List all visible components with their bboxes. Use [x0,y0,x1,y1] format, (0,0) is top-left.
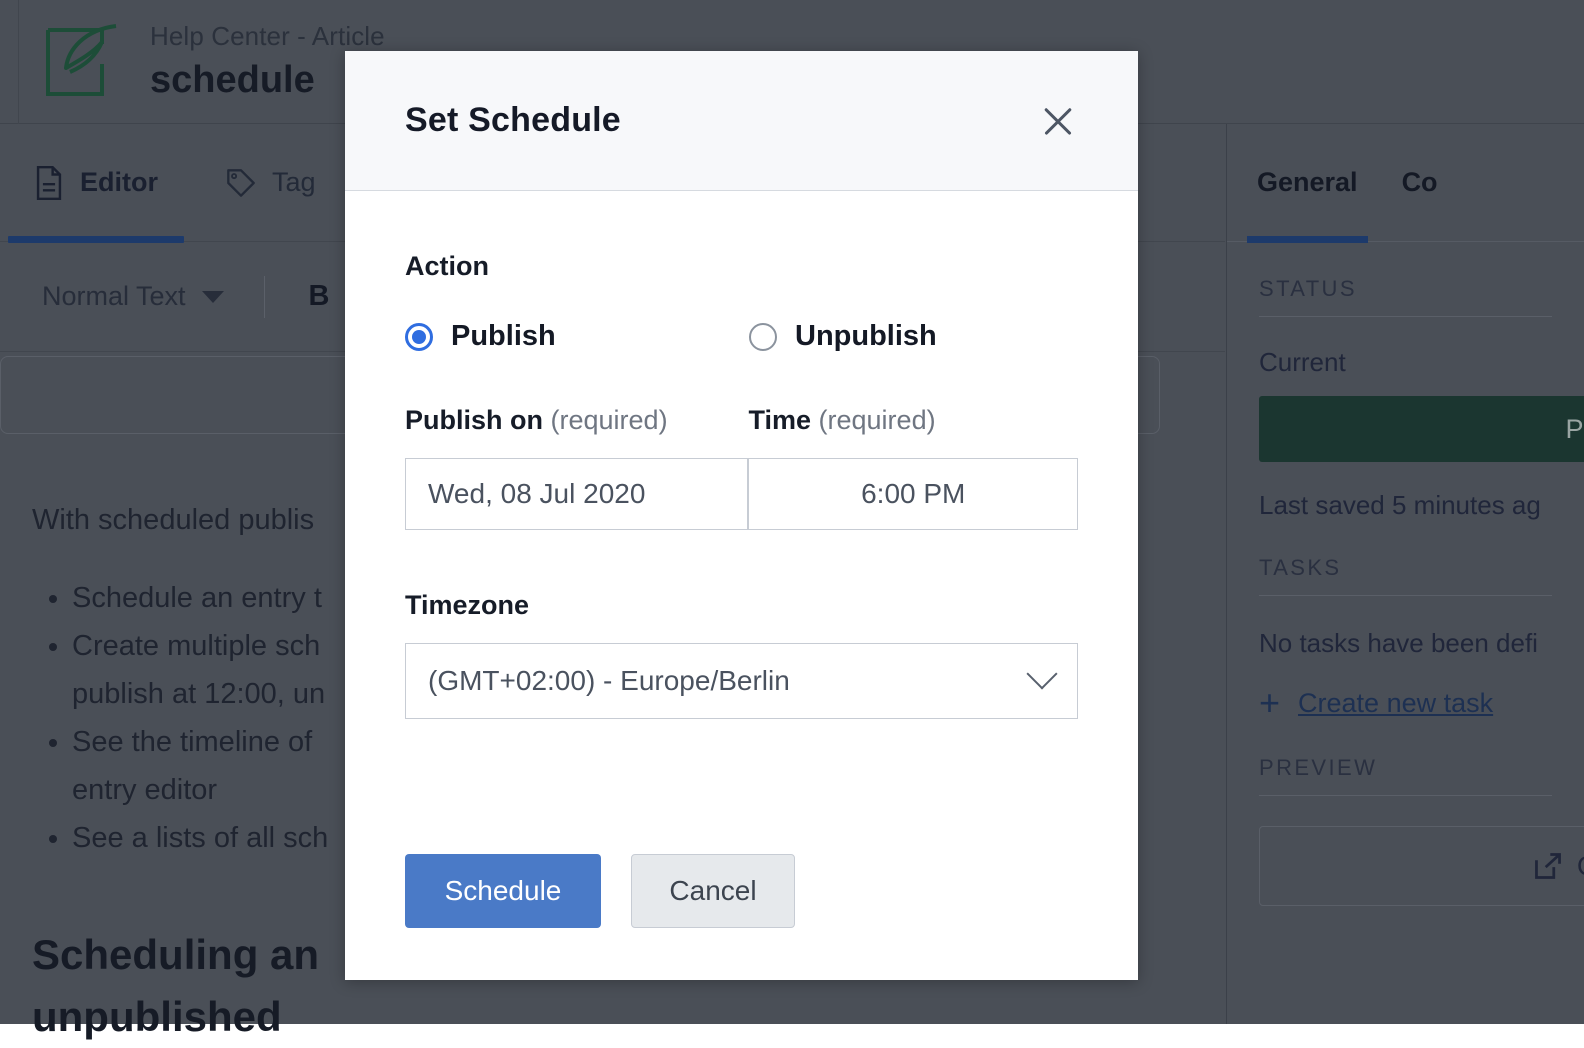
tab-general-active-indicator [1247,236,1368,243]
preview-section: PREVIEW Ope [1227,721,1584,906]
dialog-body: Action Publish Unpublish Publish on (req… [345,191,1138,854]
open-preview-label: Ope [1577,851,1584,882]
chevron-down-icon [202,291,224,303]
publish-on-required-hint: (required) [551,405,668,435]
set-schedule-dialog: Set Schedule Action Publish Unpublish Pu… [345,51,1138,980]
dialog-title: Set Schedule [405,101,621,140]
radio-publish[interactable]: Publish [405,320,749,353]
preview-section-label: PREVIEW [1259,721,1552,795]
list-item-text: Create multiple sch [72,630,320,662]
close-icon[interactable] [1036,99,1080,143]
tasks-section: TASKS No tasks have been defi + Create n… [1227,521,1584,721]
timezone-select[interactable]: (GMT+02:00) - Europe/Berlin [405,643,1078,719]
timezone-label: Timezone [405,590,1078,621]
publish-on-date-input[interactable]: Wed, 08 Jul 2020 [405,458,748,530]
toolbar-divider [264,276,265,318]
list-item-wrap-inner: publish at 12:00, un [72,678,325,710]
radio-publish-label: Publish [451,320,556,353]
publish-on-date-value: Wed, 08 Jul 2020 [428,478,645,510]
list-item-wrap-text: publish at 12:00, un [72,678,325,710]
publish-on-field-group: Publish on (required) Wed, 08 Jul 2020 [405,405,748,530]
document-with-feather-icon [40,20,124,104]
open-preview-button[interactable]: Ope [1259,826,1584,906]
action-radio-group: Publish Unpublish [405,320,1078,353]
text-style-value: Normal Text [42,281,186,312]
dialog-header: Set Schedule [345,51,1138,191]
timezone-value: (GMT+02:00) - Europe/Berlin [428,665,790,697]
tab-content-label: Co [1402,167,1438,198]
document-icon [34,166,64,200]
list-item-text: See a lists of all sch [72,822,328,854]
list-item-text: Schedule an entry t [72,582,322,614]
time-value: 6:00 PM [861,478,965,510]
status-badge: Publis [1259,396,1584,462]
publish-on-label-text: Publish on [405,405,543,435]
time-label: Time (required) [748,405,1078,436]
cancel-button[interactable]: Cancel [631,854,795,928]
last-saved-text: Last saved 5 minutes ag [1259,490,1552,521]
list-item-text: See the timeline of [72,726,312,758]
tab-editor-active-indicator [8,236,184,243]
status-section: STATUS Current Publis Last saved 5 minut… [1227,242,1584,521]
divider [1259,795,1552,796]
action-label: Action [405,251,1078,282]
tab-tag[interactable]: Tag [192,124,350,242]
chevron-down-icon [1026,658,1057,689]
tag-icon [226,166,256,200]
tab-editor[interactable]: Editor [0,124,192,242]
timezone-field-group: Timezone (GMT+02:00) - Europe/Berlin [405,590,1078,719]
radio-unpublish-indicator[interactable] [749,323,777,351]
tasks-empty-text: No tasks have been defi [1259,596,1552,659]
text-style-select[interactable]: Normal Text [24,281,242,312]
list-item-wrap-text: entry editor [72,774,217,806]
status-current-label: Current [1259,317,1552,378]
status-section-label: STATUS [1259,242,1552,316]
radio-unpublish-label: Unpublish [795,320,937,353]
tab-tag-label: Tag [272,167,316,198]
schedule-button[interactable]: Schedule [405,854,601,928]
create-new-task-label: Create new task [1298,688,1493,719]
sidebar-tabbar: General Co [1227,124,1584,242]
time-input[interactable]: 6:00 PM [748,458,1078,530]
status-badge-text: Publis [1565,414,1584,445]
tab-general-label: General [1257,167,1358,198]
dialog-footer: Schedule Cancel [345,854,1138,980]
publish-on-label: Publish on (required) [405,405,748,436]
time-required-hint: (required) [819,405,936,435]
external-link-icon [1533,851,1563,881]
radio-unpublish[interactable]: Unpublish [749,320,937,353]
header-divider [18,0,19,124]
tab-editor-label: Editor [80,167,158,198]
tasks-section-label: TASKS [1259,521,1552,595]
date-time-row: Publish on (required) Wed, 08 Jul 2020 T… [405,405,1078,530]
tab-content[interactable]: Co [1402,124,1438,242]
entry-sidebar: General Co STATUS Current Publis Last sa… [1226,124,1584,1024]
breadcrumb: Help Center - Article [150,21,385,51]
time-label-text: Time [748,405,811,435]
radio-publish-indicator[interactable] [405,323,433,351]
plus-icon: + [1259,685,1280,721]
create-new-task-link[interactable]: + Create new task [1259,685,1552,721]
section-heading-line2: unpublished [32,986,1222,1048]
tab-general[interactable]: General [1257,124,1358,242]
time-field-group: Time (required) 6:00 PM [748,405,1078,530]
bold-button[interactable]: B [287,280,352,313]
